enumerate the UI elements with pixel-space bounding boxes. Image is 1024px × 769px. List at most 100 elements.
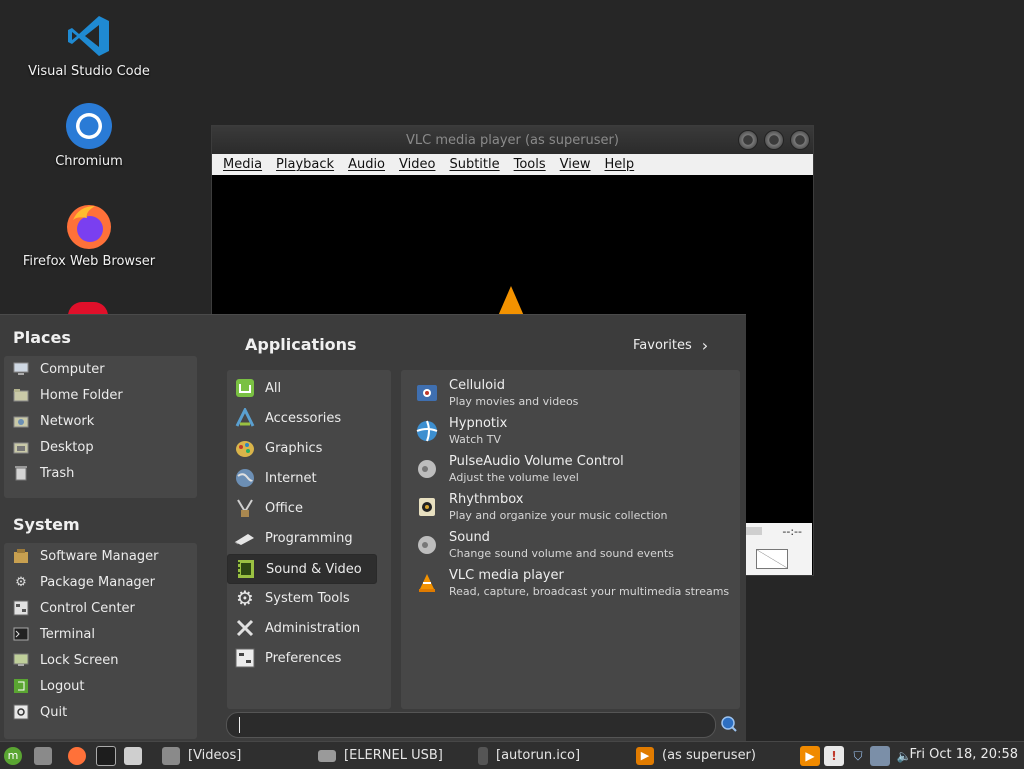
system-software-manager[interactable]: Software Manager [4,544,158,568]
category-system-tools[interactable]: ⚙ System Tools [227,584,375,612]
app-vlc[interactable]: VLC media player Read, capture, broadcas… [401,564,731,600]
system-quit[interactable]: Quit [4,700,67,724]
vlc-tray-icon[interactable]: ▶ [800,746,820,766]
package-manager-icon: ⚙ [15,574,27,590]
categories-panel: All Accessories Graphics Internet Office… [227,370,391,709]
logout-icon [12,677,30,695]
speaker-icon [415,534,439,556]
system-label: Software Manager [40,548,159,564]
desktop-icon-label: Visual Studio Code [28,64,150,79]
volume-slider[interactable] [756,549,788,569]
category-graphics[interactable]: Graphics [227,434,375,462]
search-input[interactable] [226,712,716,738]
maximize-button[interactable] [764,130,784,150]
menu-media[interactable]: Media [223,157,262,172]
category-internet[interactable]: Internet [227,464,375,492]
menu-view[interactable]: View [560,157,591,172]
system-tools-icon: ⚙ [236,586,254,610]
category-all[interactable]: All [227,374,375,402]
system-package-manager[interactable]: ⚙ Package Manager [4,570,155,594]
app-name: VLC media player [449,568,564,583]
category-office[interactable]: Office [227,494,375,522]
trash-icon [12,464,30,482]
system-label: Control Center [40,600,135,616]
quit-icon [12,703,30,721]
mint-icon [233,377,257,399]
network-icon[interactable] [870,746,890,766]
favorites-button[interactable]: Favorites › [633,336,708,355]
terminal-icon [96,745,116,766]
vlc-titlebar[interactable]: VLC media player (as superuser) [212,126,813,154]
system-panel: Software Manager ⚙ Package Manager Contr… [4,543,197,739]
vlc-cone-icon [498,286,524,316]
app-description: Adjust the volume level [449,471,579,484]
launcher-terminal[interactable] [96,742,116,769]
desktop-icon-label: Firefox Web Browser [22,254,156,269]
system-terminal[interactable]: Terminal [4,622,95,646]
app-sound[interactable]: Sound Change sound volume and sound even… [401,526,731,562]
seek-slider[interactable] [746,527,762,535]
place-label: Desktop [40,439,94,455]
vlc-menubar: Media Playback Audio Video Subtitle Tool… [212,154,813,175]
app-hypnotix[interactable]: Hypnotix Watch TV [401,412,731,448]
app-rhythmbox[interactable]: Rhythmbox Play and organize your music c… [401,488,731,524]
category-accessories[interactable]: Accessories [227,404,375,432]
category-administration[interactable]: Administration [227,614,375,642]
taskbar: m [Videos] [ELERNEL USB] [autorun.ico] ▶… [0,741,1024,769]
vlc-controls: --:-- [746,523,812,575]
desktop-icon-firefox[interactable]: Firefox Web Browser [14,202,164,269]
desktop-icon-chromium[interactable]: Chromium [14,102,164,169]
launcher-files[interactable] [124,742,142,769]
firefox-icon [68,746,86,765]
place-network[interactable]: Network [4,409,94,433]
close-button[interactable] [790,130,810,150]
menu-button[interactable]: m [4,742,22,769]
desktop-icon-label: Chromium [55,154,123,169]
launcher-firefox[interactable] [68,742,86,769]
menu-tools[interactable]: Tools [514,157,546,172]
system-logout[interactable]: Logout [4,674,85,698]
menu-audio[interactable]: Audio [348,157,385,172]
vlc-window-title: VLC media player (as superuser) [406,133,619,148]
menu-help[interactable]: Help [605,157,635,172]
show-desktop-button[interactable] [34,742,52,769]
app-pulseaudio[interactable]: PulseAudio Volume Control Adjust the vol… [401,450,731,486]
menu-video[interactable]: Video [399,157,435,172]
clock[interactable]: Fri Oct 18, 20:58 [909,747,1018,762]
control-center-icon [12,599,30,617]
place-computer[interactable]: Computer [4,357,105,381]
shield-icon[interactable]: ⛉ [848,746,868,766]
accessories-icon [233,407,257,429]
system-control-center[interactable]: Control Center [4,596,135,620]
search-icon[interactable] [720,715,738,733]
category-programming[interactable]: Programming [227,524,375,552]
vlc-icon [415,572,439,594]
desktop-icon-vscode[interactable]: Visual Studio Code [14,12,164,79]
app-name: Sound [449,530,490,545]
app-description: Watch TV [449,433,501,446]
taskbar-window-vlc[interactable]: ▶ (as superuser) [636,742,756,769]
app-celluloid[interactable]: Celluloid Play movies and videos [401,374,731,410]
taskbar-window-videos[interactable]: [Videos] [162,742,241,769]
system-lock-screen[interactable]: Lock Screen [4,648,118,672]
category-preferences[interactable]: Preferences [227,644,375,672]
system-label: Quit [40,704,68,720]
category-label: System Tools [265,590,350,606]
place-label: Trash [40,465,75,481]
menu-playback[interactable]: Playback [276,157,334,172]
update-manager-icon[interactable]: ! [824,746,844,766]
place-trash[interactable]: Trash [4,461,74,485]
favorites-label: Favorites [633,338,692,353]
place-desktop[interactable]: Desktop [4,435,94,459]
taskbar-window-label: [ELERNEL USB] [344,748,443,763]
taskbar-window-autorun[interactable]: [autorun.ico] [478,742,580,769]
taskbar-window-usb[interactable]: [ELERNEL USB] [318,742,443,769]
category-sound-video[interactable]: Sound & Video [227,554,377,584]
app-name: PulseAudio Volume Control [449,454,624,469]
menu-subtitle[interactable]: Subtitle [449,157,499,172]
category-label: Office [265,500,303,516]
place-home-folder[interactable]: Home Folder [4,383,123,407]
system-label: Package Manager [40,574,156,590]
app-name: Hypnotix [449,416,508,431]
minimize-button[interactable] [738,130,758,150]
